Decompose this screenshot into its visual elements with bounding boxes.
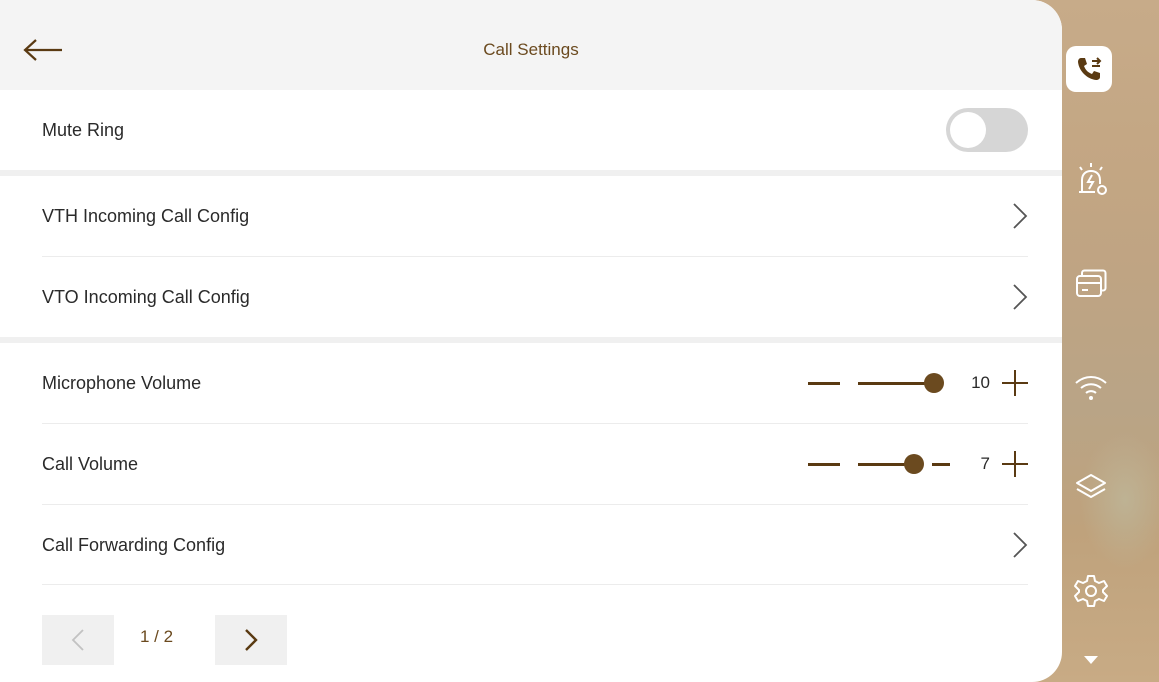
card-settings-icon: [1076, 269, 1107, 297]
vth-incoming-row[interactable]: VTH Incoming Call Config: [42, 176, 1028, 256]
page-indicator: 1 / 2: [140, 627, 174, 646]
header-bar: Call Settings: [0, 0, 1062, 90]
settings-panel: Call Settings Mute Ring VTH Incoming Cal…: [0, 0, 1062, 682]
call-volume-control: 7: [808, 444, 1028, 484]
call-volume-decrease-button[interactable]: [808, 462, 840, 466]
slider-thumb[interactable]: [904, 453, 924, 474]
chevron-right-icon: [245, 629, 258, 651]
call-volume-label: Call Volume: [42, 453, 139, 474]
sidebar-item-card[interactable]: [1066, 258, 1116, 308]
mute-ring-toggle[interactable]: [946, 108, 1028, 152]
chevron-right-icon: [1012, 531, 1028, 559]
mic-volume-value: 10: [971, 373, 990, 392]
sidebar-item-layers[interactable]: [1066, 462, 1116, 512]
call-volume-slider[interactable]: [858, 453, 950, 474]
prev-page-button[interactable]: [42, 615, 114, 665]
call-forwarding-label: Call Forwarding Config: [42, 534, 226, 555]
mic-volume-label: Microphone Volume: [42, 372, 202, 393]
call-volume-value: 7: [980, 454, 990, 473]
sidebar-scroll-down[interactable]: [1066, 640, 1116, 680]
vto-incoming-label: VTO Incoming Call Config: [42, 286, 250, 307]
row-divider: [42, 584, 1028, 585]
slider-thumb[interactable]: [924, 372, 944, 393]
mic-volume-slider[interactable]: [858, 372, 950, 393]
mute-ring-row: Mute Ring: [42, 90, 1028, 170]
mic-volume-increase-button[interactable]: [1002, 370, 1028, 396]
chevron-right-icon: [1012, 283, 1028, 311]
mic-volume-decrease-button[interactable]: [808, 381, 840, 385]
page-title: Call Settings: [483, 40, 579, 59]
chevron-right-icon: [1012, 202, 1028, 230]
call-volume-increase-button[interactable]: [1002, 451, 1028, 477]
mic-volume-row: Microphone Volume 10: [42, 343, 1028, 423]
sidebar-item-settings[interactable]: [1066, 566, 1116, 616]
next-page-button[interactable]: [215, 615, 287, 665]
mic-volume-control: 10: [808, 363, 1028, 403]
gear-icon: [1074, 575, 1108, 607]
toggle-knob: [950, 112, 986, 148]
call-settings-icon: [1078, 57, 1102, 80]
call-volume-row: Call Volume 7: [42, 424, 1028, 504]
vto-incoming-row[interactable]: VTO Incoming Call Config: [42, 257, 1028, 337]
call-forwarding-row[interactable]: Call Forwarding Config: [42, 505, 1028, 585]
sidebar-item-wifi[interactable]: [1066, 362, 1116, 412]
layers-icon: [1076, 474, 1106, 498]
alarm-settings-icon: [1079, 163, 1107, 195]
vth-incoming-label: VTH Incoming Call Config: [42, 205, 250, 226]
mute-ring-label: Mute Ring: [42, 119, 125, 140]
triangle-down-icon: [1084, 656, 1098, 664]
wifi-icon: [1075, 376, 1107, 400]
sidebar-item-call[interactable]: [1066, 46, 1112, 92]
sidebar-item-alarm[interactable]: [1066, 155, 1116, 205]
chevron-left-icon: [71, 629, 84, 651]
